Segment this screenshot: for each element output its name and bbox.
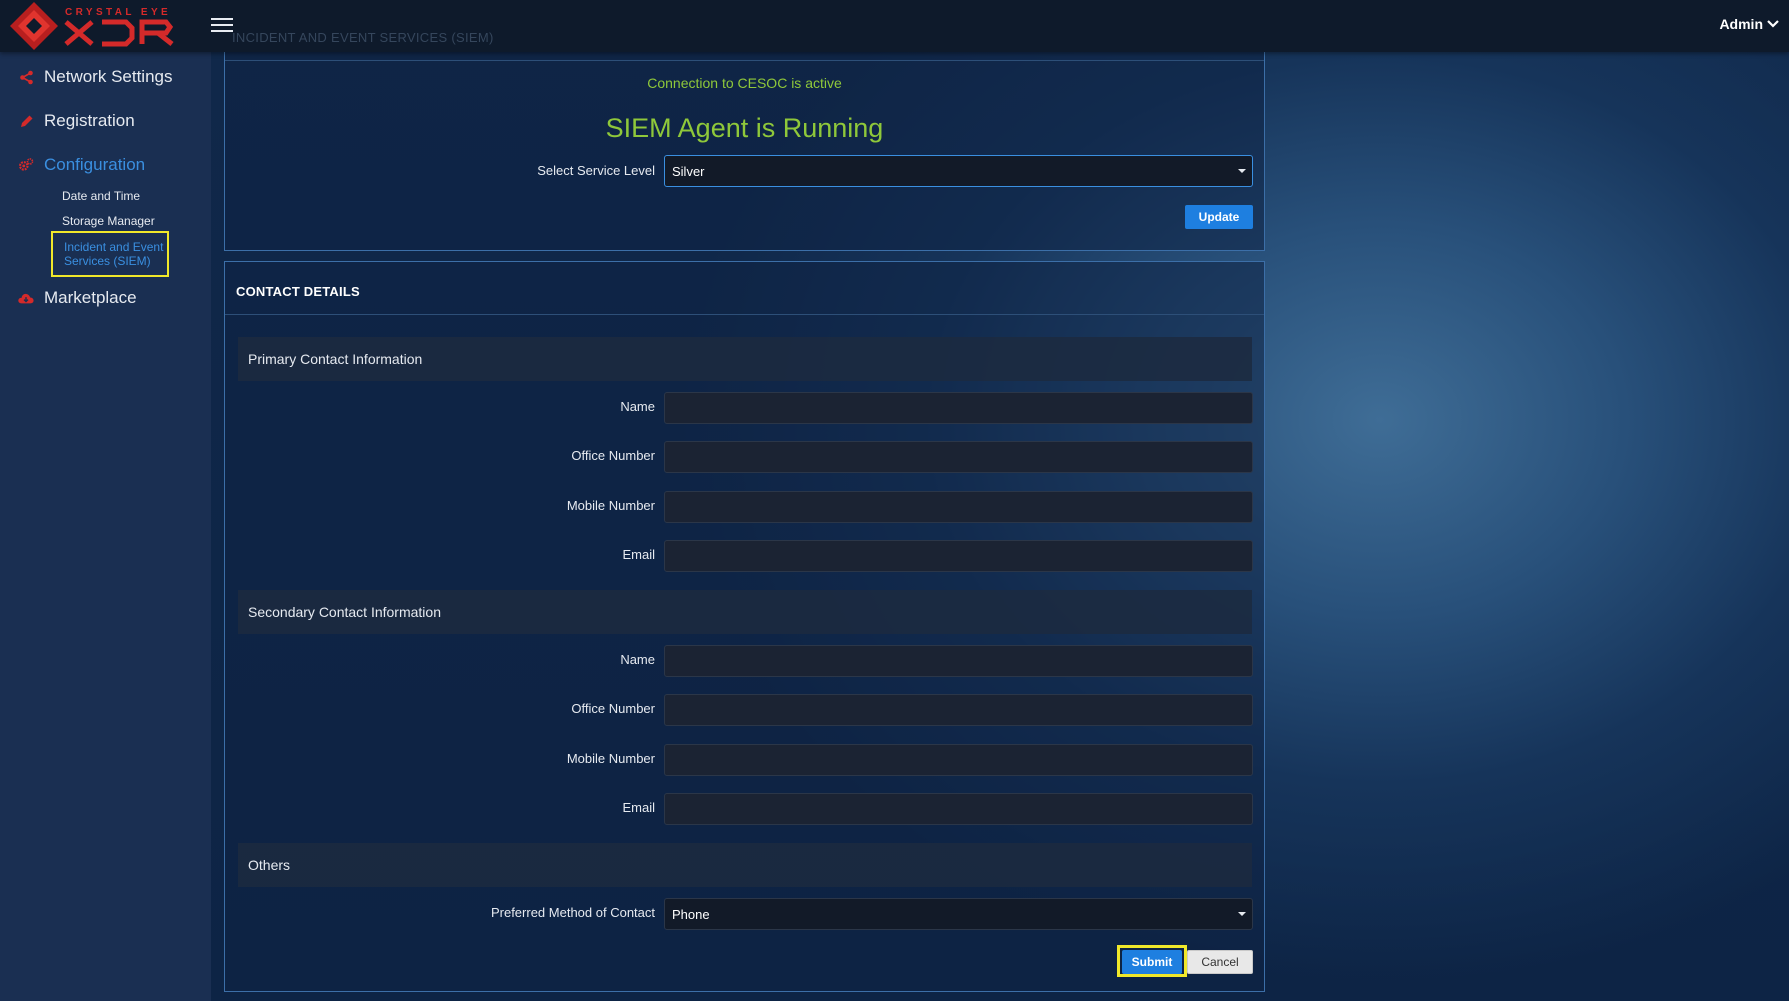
sidebar-item-label: Registration	[44, 111, 135, 130]
sidebar-item-label: Marketplace	[44, 288, 137, 307]
primary-contact-header: Primary Contact Information	[238, 337, 1252, 381]
secondary-name-label: Name	[620, 652, 655, 667]
cancel-button[interactable]: Cancel	[1187, 950, 1253, 974]
secondary-mobile-input[interactable]	[664, 744, 1253, 776]
others-header: Others	[238, 843, 1252, 887]
preferred-contact-value: Phone	[672, 906, 710, 922]
cloud-download-icon	[18, 290, 34, 306]
primary-email-label: Email	[622, 547, 655, 562]
service-level-value: Silver	[672, 163, 705, 179]
primary-name-input[interactable]	[664, 392, 1253, 424]
contact-details-panel: CONTACT DETAILS Primary Contact Informat…	[224, 261, 1265, 992]
chevron-down-icon	[1767, 20, 1779, 28]
secondary-name-input[interactable]	[664, 645, 1253, 677]
primary-office-input[interactable]	[664, 441, 1253, 473]
secondary-email-input[interactable]	[664, 793, 1253, 825]
contact-details-title: CONTACT DETAILS	[236, 284, 360, 299]
secondary-email-label: Email	[622, 800, 655, 815]
primary-name-label: Name	[620, 399, 655, 414]
siem-status-panel: Connection to CESOC is active SIEM Agent…	[224, 52, 1265, 251]
secondary-mobile-label: Mobile Number	[566, 751, 655, 766]
user-menu[interactable]: Admin	[1719, 16, 1779, 32]
chevron-down-icon	[1238, 169, 1246, 173]
agent-status: SIEM Agent is Running	[605, 113, 884, 143]
sidebar-subitem-date-time[interactable]: Date and Time	[62, 189, 140, 203]
gears-icon	[18, 157, 34, 173]
primary-office-label: Office Number	[571, 448, 655, 463]
sidebar-subitem-siem[interactable]: Incident and Event Services (SIEM)	[51, 231, 169, 277]
service-level-label: Select Service Level	[537, 163, 655, 178]
svg-text:CRYSTAL EYE: CRYSTAL EYE	[65, 7, 171, 18]
menu-toggle-icon[interactable]	[211, 15, 233, 35]
sidebar: Network Settings Registration Configurat…	[0, 52, 211, 1001]
sidebar-item-marketplace[interactable]: Marketplace	[18, 288, 137, 308]
secondary-office-label: Office Number	[571, 701, 655, 716]
primary-mobile-label: Mobile Number	[566, 498, 655, 513]
panel-divider	[225, 60, 1264, 61]
share-icon	[18, 69, 34, 85]
primary-mobile-input[interactable]	[664, 491, 1253, 523]
panel-divider	[225, 314, 1264, 315]
submit-button[interactable]: Submit	[1122, 950, 1182, 974]
secondary-office-input[interactable]	[664, 694, 1253, 726]
sidebar-item-label: Configuration	[44, 155, 146, 174]
chevron-down-icon	[1238, 912, 1246, 916]
user-label: Admin	[1719, 16, 1763, 32]
secondary-contact-header: Secondary Contact Information	[238, 590, 1252, 634]
page-title: INCIDENT AND EVENT SERVICES (SIEM)	[232, 30, 494, 45]
sidebar-item-network-settings[interactable]: Network Settings	[18, 67, 173, 87]
crystal-eye-xdr-logo[interactable]: CRYSTAL EYE	[8, 0, 178, 52]
primary-email-input[interactable]	[664, 540, 1253, 572]
pencil-icon	[18, 113, 34, 129]
sidebar-item-label: Network Settings	[44, 67, 173, 86]
sidebar-item-configuration[interactable]: Configuration	[18, 155, 145, 175]
preferred-contact-select[interactable]: Phone	[664, 898, 1253, 930]
update-button[interactable]: Update	[1185, 205, 1253, 229]
service-level-select[interactable]: Silver	[664, 155, 1253, 187]
preferred-contact-label: Preferred Method of Contact	[490, 905, 655, 920]
sidebar-subitem-storage-manager[interactable]: Storage Manager	[62, 214, 155, 228]
sidebar-item-registration[interactable]: Registration	[18, 111, 135, 131]
connection-status: Connection to CESOC is active	[647, 75, 842, 91]
